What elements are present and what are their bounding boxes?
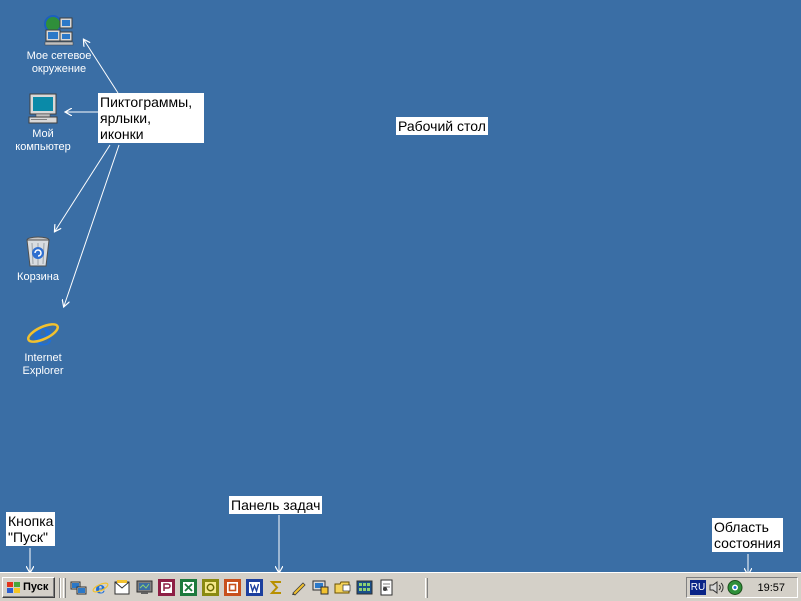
desktop-icon-label: Мое сетевое окружение bbox=[26, 50, 92, 75]
desktop-icon-label: Корзина bbox=[17, 271, 59, 283]
pen-icon[interactable] bbox=[290, 579, 307, 596]
monitor-icon[interactable] bbox=[312, 579, 329, 596]
recycle-bin-icon bbox=[21, 235, 55, 269]
quick-launch-grip[interactable] bbox=[63, 578, 66, 598]
callout-desktop: Рабочий стол bbox=[396, 117, 488, 135]
callout-tray: Область состояния bbox=[712, 518, 783, 552]
powerpoint-icon[interactable] bbox=[158, 579, 175, 596]
network-status-icon[interactable] bbox=[727, 580, 743, 595]
taskbar-grip[interactable] bbox=[425, 578, 428, 598]
calculator-icon[interactable] bbox=[356, 579, 373, 596]
internet-explorer-icon[interactable]: e bbox=[92, 579, 109, 598]
quick-launch-toolbar: e bbox=[70, 578, 395, 598]
my-computer-icon bbox=[26, 92, 60, 126]
start-button[interactable]: Пуск bbox=[2, 577, 55, 598]
desktop-icon-label: Мой компьютер bbox=[15, 128, 71, 153]
desktop-icon-network-neighborhood[interactable]: Мое сетевое окружение bbox=[19, 14, 99, 76]
access-icon[interactable] bbox=[202, 579, 219, 596]
taskbar[interactable]: Пуск e RU 19:57 bbox=[0, 572, 801, 601]
desktop-icon-recycle-bin[interactable]: Корзина bbox=[0, 235, 78, 284]
svg-text:e: e bbox=[95, 579, 105, 596]
internet-explorer-icon: e bbox=[26, 315, 60, 353]
word-icon[interactable] bbox=[246, 579, 263, 596]
desktop-icon-internet-explorer[interactable]: e Internet Explorer bbox=[3, 315, 83, 378]
sigma-icon[interactable] bbox=[268, 579, 285, 596]
callout-start-button: Кнопка "Пуск" bbox=[6, 512, 56, 546]
language-indicator[interactable]: RU bbox=[690, 580, 706, 595]
callout-taskbar: Панель задач bbox=[229, 496, 323, 514]
office-icon[interactable] bbox=[224, 579, 241, 596]
taskbar-separator bbox=[59, 578, 61, 598]
excel-icon[interactable] bbox=[180, 579, 197, 596]
outlook-icon[interactable] bbox=[114, 579, 131, 596]
windows-logo-icon bbox=[6, 581, 20, 594]
callout-icons: Пиктограммы, ярлыки, иконки bbox=[98, 93, 204, 143]
network-icon[interactable] bbox=[70, 579, 87, 596]
folder-icon[interactable] bbox=[334, 579, 351, 596]
system-tray: RU 19:57 bbox=[686, 577, 798, 598]
clock[interactable]: 19:57 bbox=[757, 581, 785, 595]
volume-icon[interactable] bbox=[709, 580, 725, 595]
desktop-icon-label: Internet Explorer bbox=[22, 352, 64, 377]
desktop-icon[interactable] bbox=[136, 579, 153, 596]
desktop-icon-my-computer[interactable]: Мой компьютер bbox=[3, 92, 83, 154]
start-button-label: Пуск bbox=[23, 581, 49, 593]
network-neighborhood-icon bbox=[42, 14, 76, 48]
svg-text:e: e bbox=[33, 316, 53, 350]
desktop[interactable]: Мое сетевое окружение Мой компьютер Корз… bbox=[0, 0, 801, 572]
notepad-icon[interactable] bbox=[378, 579, 395, 596]
